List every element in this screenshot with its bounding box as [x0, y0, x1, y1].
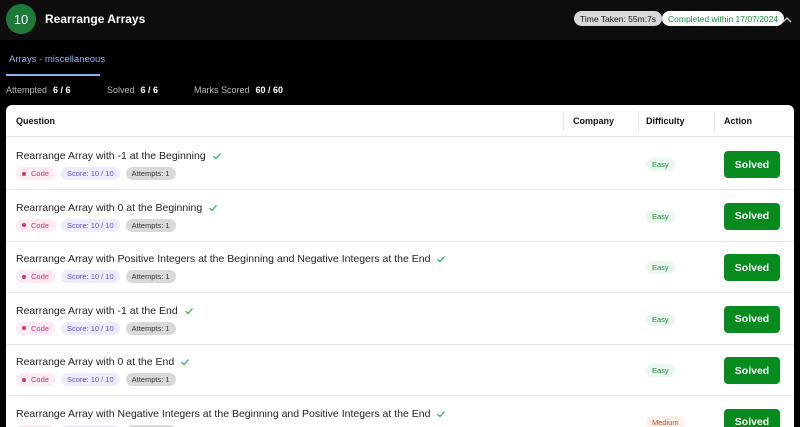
- column-divider: [714, 111, 715, 131]
- solved-button[interactable]: Solved: [724, 408, 780, 427]
- dot-icon: [22, 223, 26, 227]
- question-link[interactable]: Rearrange Array with -1 at the End: [16, 305, 194, 317]
- check-icon: [212, 153, 221, 160]
- dot-icon: [22, 377, 26, 382]
- column-header-question: Question: [16, 116, 56, 126]
- stat-attempted-value: 6 / 6: [53, 85, 71, 95]
- table-row: Rearrange Array with Negative Integers a…: [6, 396, 794, 427]
- check-icon: [184, 307, 193, 314]
- tab-arrays-miscellaneous[interactable]: Arrays - miscellaneous: [9, 54, 105, 65]
- attempts-tag: Attempts: 1: [125, 373, 176, 386]
- stat-solved-value: 6 / 6: [140, 85, 159, 95]
- attempts-tag: Attempts: 1: [125, 167, 176, 180]
- score-tag: Score: 10 / 10: [60, 218, 120, 232]
- attempts-tag: Attempts: 1: [125, 270, 176, 283]
- column-header-difficulty: Difficulty: [646, 116, 685, 126]
- question-tags: Code Score: 10 / 10 Attempts: 1: [16, 270, 176, 283]
- stat-solved-label: Solved: [107, 85, 135, 95]
- table-row: Rearrange Array with -1 at the End Code …: [6, 293, 794, 345]
- column-divider: [638, 111, 639, 131]
- type-tag-label: Code: [31, 272, 49, 281]
- section-header[interactable]: 10 Rearrange Arrays Time Taken: 55m:7s C…: [0, 0, 800, 40]
- stats-bar: Attempted 6 / 6 Solved 6 / 6 Marks Scored 6…: [0, 76, 800, 104]
- time-taken-badge: Time Taken: 55m:7s: [574, 11, 663, 26]
- completed-badge: Completed within 17/07/2024: [662, 11, 785, 26]
- question-tags: Code Score: 10 / 10 Attempts: 1: [16, 167, 176, 180]
- check-icon: [437, 256, 446, 263]
- score-tag: Score: 10 / 10: [60, 373, 120, 386]
- stat-attempted-label: Attempted: [6, 85, 48, 95]
- solved-button[interactable]: Solved: [724, 202, 780, 230]
- chevron-up-icon[interactable]: [781, 14, 793, 26]
- question-tags: Code Score: 10 / 10 Attempts: 1: [16, 321, 176, 335]
- type-tag: Code: [16, 167, 55, 180]
- difficulty-badge: Medium: [646, 415, 685, 427]
- column-header-action: Action: [724, 116, 752, 126]
- type-tag-label: Code: [31, 323, 49, 333]
- section-title: Rearrange Arrays: [45, 12, 146, 26]
- check-icon: [209, 204, 218, 211]
- section-number-badge: 10: [6, 4, 36, 34]
- question-link[interactable]: Rearrange Array with 0 at the Beginning: [16, 202, 218, 214]
- score-tag: Score: 10 / 10: [60, 270, 120, 283]
- type-tag: Code: [16, 373, 55, 386]
- type-tag: Code: [16, 270, 55, 283]
- solved-button[interactable]: Solved: [724, 151, 780, 178]
- type-tag: Code: [16, 321, 55, 335]
- type-tag-label: Code: [31, 169, 49, 178]
- question-title: Rearrange Array with Negative Integers a…: [16, 407, 431, 420]
- column-header-company: Company: [573, 116, 615, 126]
- question-link[interactable]: Rearrange Array with Positive Integers a…: [16, 253, 446, 265]
- question-title: Rearrange Array with -1 at the Beginning: [16, 150, 206, 162]
- attempts-tag: Attempts: 1: [125, 321, 176, 335]
- stat-marks-label: Marks Scored: [194, 85, 250, 95]
- type-tag-label: Code: [31, 375, 49, 384]
- table-header: Question Company Difficulty Action: [6, 105, 794, 137]
- question-title: Rearrange Array with 0 at the End: [16, 356, 175, 368]
- check-icon: [437, 410, 446, 417]
- attempts-tag: Attempts: 1: [125, 218, 176, 232]
- solved-button[interactable]: Solved: [724, 305, 780, 333]
- question-link[interactable]: Rearrange Array with Negative Integers a…: [16, 408, 446, 420]
- score-tag: Score: 10 / 10: [60, 167, 120, 180]
- type-tag: Code: [16, 218, 55, 232]
- difficulty-badge: Easy: [646, 158, 675, 171]
- stat-marks: Marks Scored 60 / 60: [194, 85, 283, 95]
- table-row: Rearrange Array with 0 at the End Code S…: [6, 344, 794, 396]
- column-divider: [563, 111, 564, 131]
- score-tag: Score: 10 / 10: [60, 321, 120, 335]
- dot-icon: [22, 274, 26, 279]
- table-row: Rearrange Array with 0 at the Beginning …: [6, 190, 794, 242]
- type-tag-label: Code: [31, 220, 49, 230]
- tab-bar: Arrays - miscellaneous: [0, 40, 800, 76]
- question-title: Rearrange Array with -1 at the End: [16, 304, 178, 317]
- question-tags: Code Score: 10 / 10 Attempts: 1: [16, 373, 176, 386]
- difficulty-badge: Easy: [646, 364, 675, 377]
- questions-table: Question Company Difficulty Action Rearr…: [6, 105, 794, 427]
- solved-button[interactable]: Solved: [724, 357, 780, 384]
- difficulty-badge: Easy: [646, 312, 675, 326]
- table-row: Rearrange Array with -1 at the Beginning…: [6, 138, 794, 190]
- stat-marks-value: 60 / 60: [255, 85, 284, 95]
- stat-solved: Solved 6 / 6: [107, 85, 158, 95]
- question-title: Rearrange Array with 0 at the Beginning: [16, 201, 203, 214]
- solved-button[interactable]: Solved: [724, 254, 780, 281]
- check-icon: [181, 359, 190, 366]
- question-link[interactable]: Rearrange Array with 0 at the End: [16, 356, 190, 368]
- difficulty-badge: Easy: [646, 209, 675, 223]
- question-link[interactable]: Rearrange Array with -1 at the Beginning: [16, 150, 222, 162]
- dot-icon: [22, 326, 26, 330]
- question-tags: Code Score: 10 / 10 Attempts: 1: [16, 218, 176, 232]
- table-row: Rearrange Array with Positive Integers a…: [6, 241, 794, 293]
- question-title: Rearrange Array with Positive Integers a…: [16, 253, 431, 265]
- dot-icon: [22, 171, 26, 176]
- stat-attempted: Attempted 6 / 6: [6, 85, 71, 95]
- difficulty-badge: Easy: [646, 261, 675, 274]
